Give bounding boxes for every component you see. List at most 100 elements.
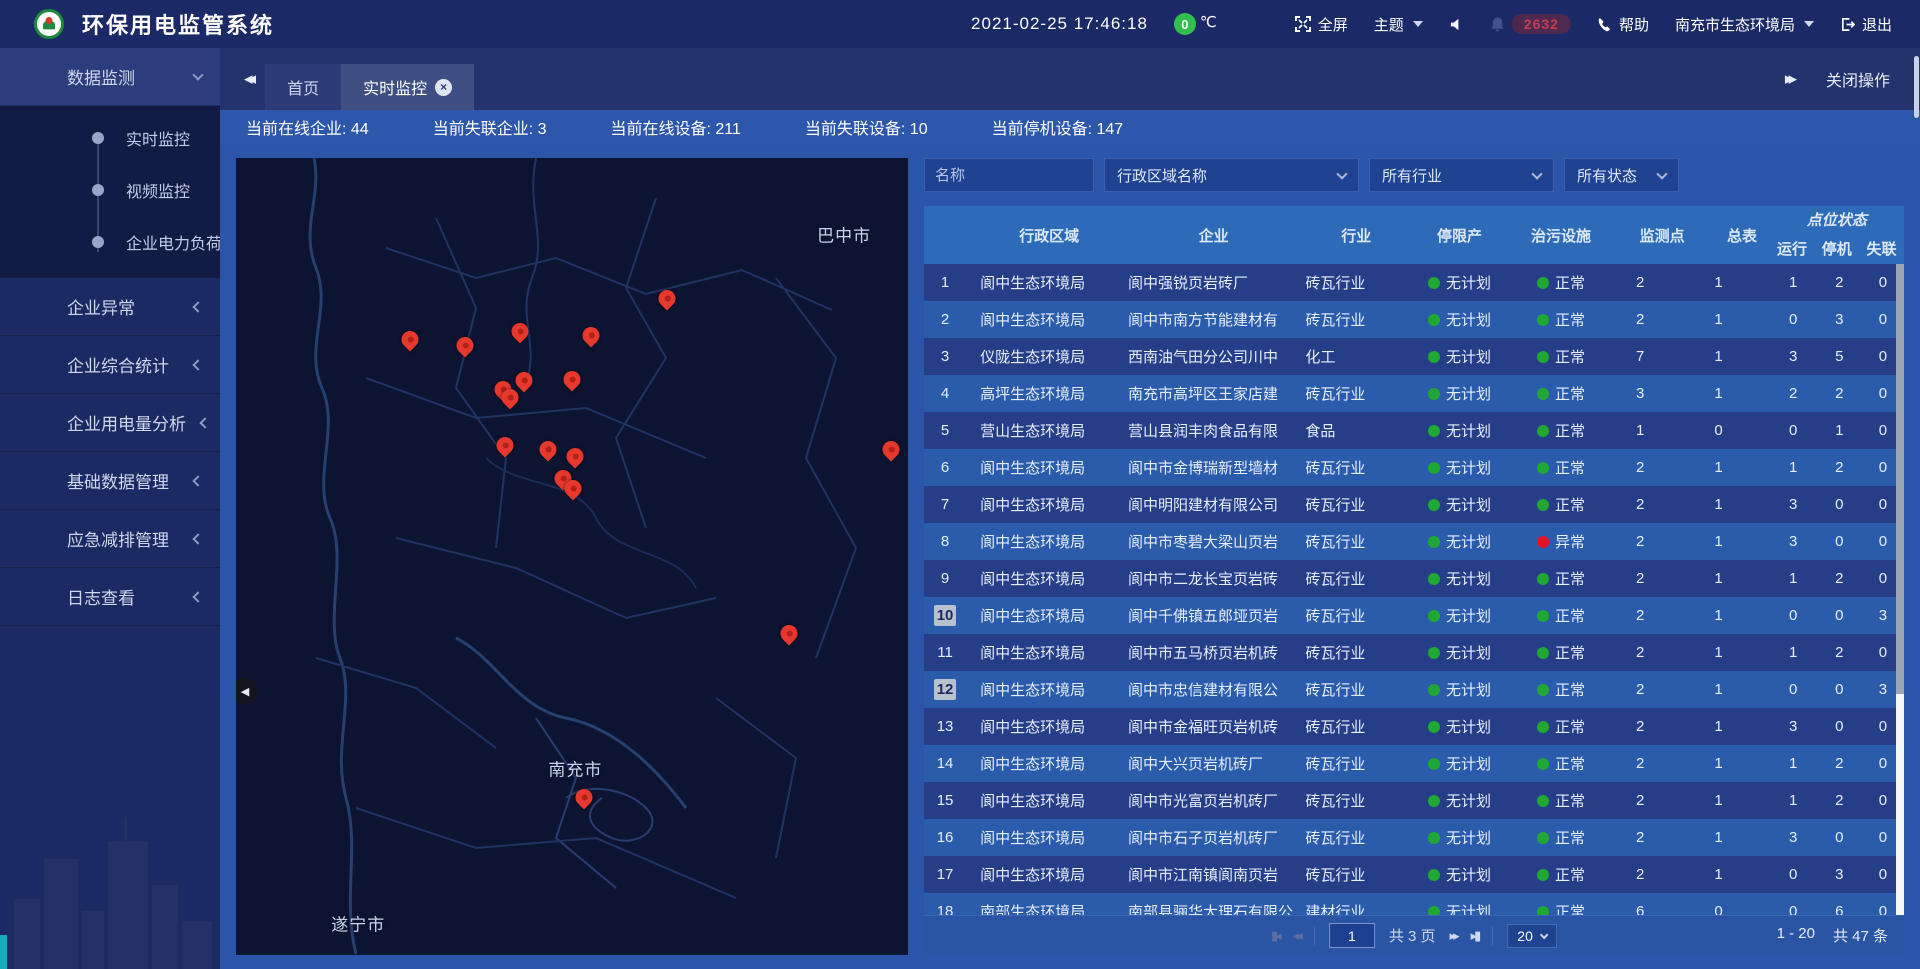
table-row[interactable]: 8阆中生态环境局阆中市枣碧大梁山页岩砖瓦行业无计划异常21300 (924, 523, 1904, 560)
map-pin-icon[interactable] (508, 319, 532, 343)
cell-meters: 1 (1688, 681, 1769, 698)
tabs-scroll-left-icon[interactable]: ◂◂ (244, 69, 251, 89)
cell-facility: 正常 (1512, 642, 1610, 663)
map-pin-icon[interactable] (560, 368, 584, 392)
cell-meters: 1 (1688, 348, 1769, 365)
sidebar-group-label: 数据监测 (67, 64, 179, 89)
table-row[interactable]: 1阆中生态环境局阆中强锐页岩砖厂砖瓦行业无计划正常21120 (924, 264, 1904, 301)
tab-bar: ◂◂ 首页实时监控 × ▸▸ 关闭操作 (220, 48, 1920, 110)
tab-首页[interactable]: 首页 (265, 64, 341, 110)
theme-dropdown[interactable]: 主题 (1374, 14, 1423, 35)
cell-limit: 无计划 (1407, 346, 1512, 367)
table-row[interactable]: 3仪陇生态环境局西南油气田分公司川中化工无计划正常71350 (924, 338, 1904, 375)
cell-company: 南充市高坪区王家店建 (1118, 383, 1299, 404)
cell-no: 2 (924, 311, 966, 328)
org-dropdown[interactable]: 南充市生态环境局 (1675, 14, 1814, 35)
table-row[interactable]: 16阆中生态环境局阆中市石子页岩机砖厂砖瓦行业无计划正常21300 (924, 819, 1904, 856)
table-scrollbar[interactable] (1896, 264, 1904, 915)
page-number-input[interactable] (1329, 923, 1375, 948)
col-header-points: 监测点 (1610, 206, 1688, 264)
map-pin-icon[interactable] (563, 444, 587, 468)
cell-meters: 1 (1688, 496, 1769, 513)
scrollbar-thumb[interactable] (1896, 264, 1904, 694)
map-pin-icon[interactable] (453, 334, 477, 358)
page-scrollbar-thumb[interactable] (1914, 56, 1919, 118)
prev-page-button[interactable]: ◂◂ (1293, 928, 1300, 944)
table-row[interactable]: 7阆中生态环境局阆中明阳建材有限公司砖瓦行业无计划正常21300 (924, 486, 1904, 523)
map-pin-icon[interactable] (493, 433, 517, 457)
cell-company: 阆中市南方节能建材有 (1118, 309, 1299, 330)
logout-button[interactable]: 退出 (1840, 14, 1892, 35)
tabs-scroll-right-icon[interactable]: ▸▸ (1785, 69, 1792, 89)
cell-stop: 5 (1817, 348, 1862, 365)
region-filter-select[interactable]: 行政区域名称 (1104, 158, 1359, 192)
col-header-industry: 行业 (1299, 206, 1407, 264)
industry-filter-select[interactable]: 所有行业 (1369, 158, 1554, 192)
sidebar-group-6[interactable]: 应急减排管理 (0, 510, 220, 568)
table-row[interactable]: 11阆中生态环境局阆中市五马桥页岩机砖砖瓦行业无计划正常21120 (924, 634, 1904, 671)
map-panel[interactable]: 巴中市南充市遂宁市 ◀ (236, 158, 908, 955)
page-size-select[interactable]: 20 (1507, 924, 1557, 948)
sidebar-group-3[interactable]: 企业综合统计 (0, 336, 220, 394)
map-pin-icon[interactable] (536, 437, 560, 461)
table-row[interactable]: 14阆中生态环境局阆中大兴页岩机砖厂砖瓦行业无计划正常21120 (924, 745, 1904, 782)
table-row[interactable]: 17阆中生态环境局阆中市江南镇阆南页岩砖瓦行业无计划正常21030 (924, 856, 1904, 893)
cell-region: 阆中生态环境局 (966, 679, 1118, 700)
sidebar-group-4[interactable]: 企业用电量分析 (0, 394, 220, 452)
table-row[interactable]: 18南部生态环境局南部县骊华大理石有限公建材行业无计划正常60060 (924, 893, 1904, 915)
name-filter-input[interactable] (924, 158, 1094, 192)
fullscreen-button[interactable]: 全屏 (1295, 14, 1348, 35)
status-dot-icon (1537, 499, 1549, 511)
map-pin-icon[interactable] (398, 328, 422, 352)
cell-stop: 0 (1817, 718, 1862, 735)
cell-run: 0 (1770, 311, 1817, 328)
last-page-button[interactable]: ▸▮ (1471, 928, 1479, 944)
map-pin-icon[interactable] (777, 621, 801, 645)
sidebar-item-实时监控[interactable]: 实时监控 (0, 112, 220, 164)
cell-region: 阆中生态环境局 (966, 753, 1118, 774)
tab-close-icon[interactable]: × (435, 79, 452, 96)
map-pin-icon[interactable] (878, 437, 902, 461)
help-button[interactable]: 帮助 (1597, 14, 1649, 35)
table-row[interactable]: 5营山生态环境局营山县润丰肉食品有限食品无计划正常10010 (924, 412, 1904, 449)
cell-stop: 2 (1817, 459, 1862, 476)
table-row[interactable]: 15阆中生态环境局阆中市光富页岩机砖厂砖瓦行业无计划正常21120 (924, 782, 1904, 819)
map-pin-icon[interactable] (572, 785, 596, 809)
sidebar-group-2[interactable]: 企业异常 (0, 278, 220, 336)
table-row[interactable]: 13阆中生态环境局阆中市金福旺页岩机砖砖瓦行业无计划正常21300 (924, 708, 1904, 745)
table-row[interactable]: 6阆中生态环境局阆中市金博瑞新型墙材砖瓦行业无计划正常21120 (924, 449, 1904, 486)
sidebar-group-7[interactable]: 日志查看 (0, 568, 220, 626)
top-header: 环保用电监管系统 2021-02-25 17:46:18 0 ℃ 全屏 主题 2… (0, 0, 1920, 48)
close-operations-button[interactable]: 关闭操作 (1826, 67, 1890, 91)
status-filter-select[interactable]: 所有状态 (1564, 158, 1679, 192)
cell-company: 阆中市石子页岩机砖厂 (1118, 827, 1299, 848)
status-dot-icon (1537, 573, 1549, 585)
table-row[interactable]: 10阆中生态环境局阆中千佛镇五郎垭页岩砖瓦行业无计划正常21003 (924, 597, 1904, 634)
cell-no: 6 (924, 459, 966, 476)
cell-meters: 1 (1688, 570, 1769, 587)
sidebar-item-企业电力负荷明细[interactable]: 企业电力负荷明细 (0, 216, 220, 268)
sidebar-item-视频监控[interactable]: 视频监控 (0, 164, 220, 216)
next-page-button[interactable]: ▸▸ (1450, 928, 1457, 944)
tab-实时监控[interactable]: 实时监控 × (341, 64, 474, 110)
tab-label: 实时监控 (363, 75, 427, 99)
app-logo-icon (34, 9, 64, 39)
table-row[interactable]: 12阆中生态环境局阆中市忠信建材有限公砖瓦行业无计划正常21003 (924, 671, 1904, 708)
sidebar-group-1[interactable]: 数据监测 (0, 48, 220, 106)
map-pin-icon[interactable] (579, 324, 603, 348)
map-pin-icon[interactable] (512, 369, 536, 393)
first-page-button[interactable]: ▮◂ (1271, 928, 1279, 944)
sidebar-group-5[interactable]: 基础数据管理 (0, 452, 220, 510)
cell-facility: 异常 (1512, 531, 1610, 552)
table-row[interactable]: 4高坪生态环境局南充市高坪区王家店建砖瓦行业无计划正常31220 (924, 375, 1904, 412)
table-row[interactable]: 2阆中生态环境局阆中市南方节能建材有砖瓦行业无计划正常21030 (924, 301, 1904, 338)
map-pin-icon[interactable] (655, 287, 679, 311)
table-header: 行政区域 企业 行业 停限产 治污设施 监测点 总表 点位状态 运行 停机 失联 (924, 206, 1904, 264)
chevron-left-icon (192, 533, 203, 544)
col-header-lost: 失联 (1859, 232, 1904, 264)
cell-stop: 2 (1817, 385, 1862, 402)
notification-area[interactable]: 2632 (1490, 14, 1571, 34)
table-row[interactable]: 9阆中生态环境局阆中市二龙长宝页岩砖砖瓦行业无计划正常21120 (924, 560, 1904, 597)
cell-company: 阆中市光富页岩机砖厂 (1118, 790, 1299, 811)
mute-button[interactable] (1449, 17, 1464, 32)
